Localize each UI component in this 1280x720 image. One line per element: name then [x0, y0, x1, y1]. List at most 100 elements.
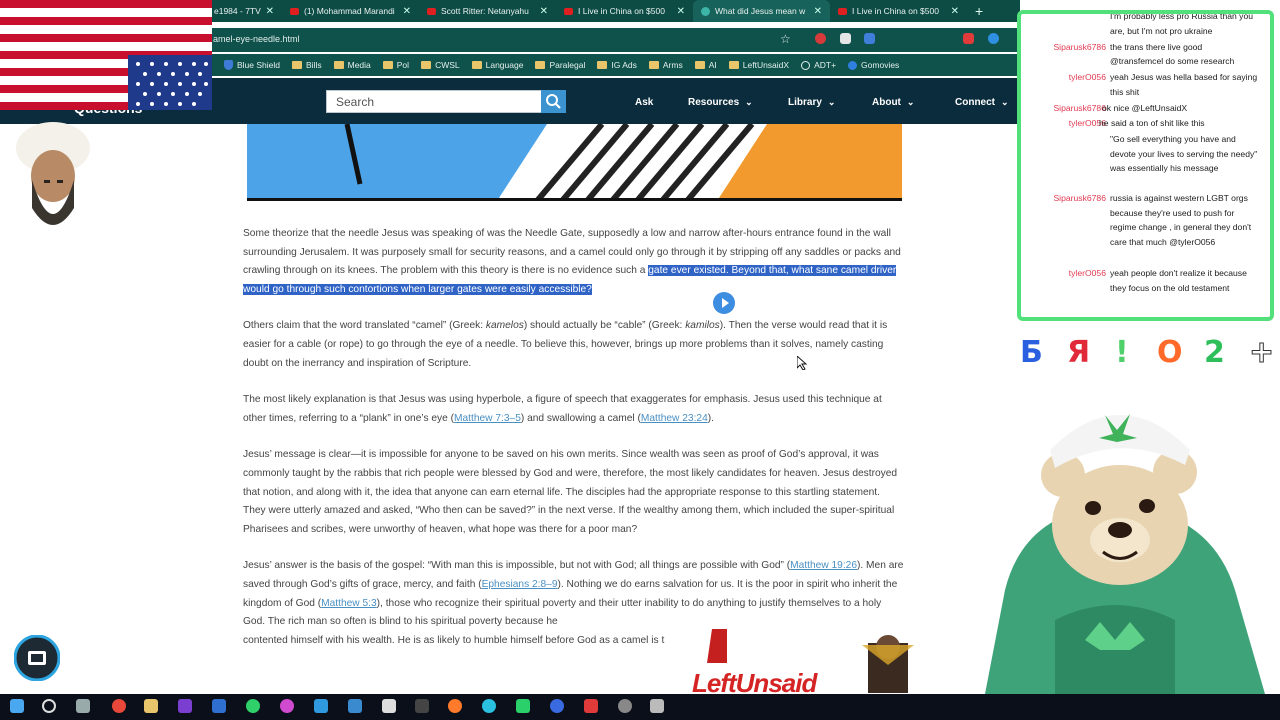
app-icon[interactable]: [280, 699, 294, 713]
extension-icon[interactable]: [988, 33, 999, 44]
chat-text: russia is against western LGBT orgs beca…: [1110, 193, 1252, 247]
shield-icon: [224, 60, 233, 70]
browser-tab[interactable]: e1984 - 7TV ✕: [212, 0, 282, 22]
scripture-link[interactable]: Matthew 19:26: [790, 560, 857, 571]
nav-connect[interactable]: Connect ⌄: [955, 97, 1009, 108]
windows-taskbar: [0, 694, 1280, 720]
glyph: !: [1115, 335, 1129, 370]
bookmark-item[interactable]: Media: [333, 60, 371, 70]
browser-tab-active[interactable]: What did Jesus mean w ✕: [693, 0, 830, 22]
bookmark-item[interactable]: Paralegal: [535, 60, 585, 70]
close-tab-icon[interactable]: ✕: [814, 6, 822, 17]
extension-icon[interactable]: [864, 33, 875, 44]
chat-text: the trans there live good: [1110, 42, 1203, 52]
youtube-icon: [838, 7, 847, 15]
close-tab-icon[interactable]: ✕: [677, 6, 685, 17]
app-icon[interactable]: [482, 699, 496, 713]
bookmark-star-icon[interactable]: ☆: [780, 32, 791, 46]
youtube-icon: [564, 7, 573, 15]
search-input[interactable]: Search: [326, 90, 542, 113]
browser-tab[interactable]: I Live in China on $500 ✕: [556, 0, 693, 22]
onenote-icon[interactable]: [178, 699, 192, 713]
portrait-overlay-image: [10, 118, 96, 242]
browser-tab[interactable]: Scott Ritter: Netanyahu ✕: [419, 0, 556, 22]
chat-text: ok nice @LeftUnsaidX: [1102, 103, 1188, 113]
chat-username: Siparusk6786: [1053, 42, 1106, 52]
search-placeholder: Search: [336, 95, 375, 109]
folder-icon: [333, 61, 344, 69]
youtube-icon: [427, 7, 436, 15]
bookmark-item[interactable]: AI: [694, 60, 717, 70]
bookmark-item[interactable]: Pol: [382, 60, 409, 70]
bookmark-item[interactable]: IG Ads: [597, 60, 637, 70]
play-audio-icon[interactable]: [713, 292, 735, 314]
app-icon[interactable]: [314, 699, 328, 713]
extension-icon[interactable]: [963, 33, 974, 44]
bookmark-item[interactable]: Language: [471, 60, 523, 70]
close-tab-icon[interactable]: ✕: [266, 6, 274, 17]
chat-text: yeah Jesus was hella based for saying th…: [1110, 72, 1258, 97]
scripture-link[interactable]: Matthew 7:3–5: [454, 413, 521, 424]
app-icon[interactable]: [382, 699, 396, 713]
stop-recording-icon[interactable]: [13, 634, 61, 682]
close-tab-icon[interactable]: ✕: [540, 6, 548, 17]
paragraph: Jesus’ message is clear—it is impossible…: [243, 449, 898, 535]
stream-chat-panel: I'm probably less pro Russia than you ar…: [1017, 10, 1274, 321]
scripture-link[interactable]: Ephesians 2:8–9: [482, 579, 558, 590]
chat-text: he said a ton of shit like this: [1099, 118, 1205, 128]
bookmark-item[interactable]: Blue Shield: [224, 60, 280, 70]
extension-icon[interactable]: [815, 33, 826, 44]
url-field[interactable]: amel-eye-needle.html: [213, 34, 300, 44]
close-tab-icon[interactable]: ✕: [403, 6, 411, 17]
search-icon[interactable]: [42, 699, 56, 713]
app-icon[interactable]: [650, 699, 664, 713]
folder-icon: [535, 61, 546, 69]
messenger-icon[interactable]: [550, 699, 564, 713]
app-icon[interactable]: [584, 699, 598, 713]
folder-icon: [292, 61, 303, 69]
chat-username: Siparusk6786: [1053, 193, 1106, 203]
browser-tab[interactable]: I Live in China on $500 ✕: [830, 0, 967, 22]
chevron-down-icon: ⌄: [1001, 97, 1009, 107]
scripture-link[interactable]: Matthew 5:3: [321, 598, 377, 609]
new-tab-button[interactable]: +: [967, 3, 991, 19]
tab-label: I Live in China on $500: [578, 6, 665, 16]
bookmark-item[interactable]: Arms: [648, 60, 683, 70]
mouse-cursor-icon: [797, 356, 807, 370]
article-body: Some theorize that the needle Jesus was …: [243, 225, 905, 668]
firefox-icon[interactable]: [448, 699, 462, 713]
task-view-icon[interactable]: [76, 699, 90, 713]
nav-about[interactable]: About ⌄: [872, 97, 914, 108]
bookmark-item[interactable]: LeftUnsaidX: [728, 60, 789, 70]
spotify-icon[interactable]: [246, 699, 260, 713]
nav-ask[interactable]: Ask: [635, 97, 653, 108]
glyph: Б: [1020, 335, 1043, 370]
youtube-icon: [290, 7, 299, 15]
close-tab-icon[interactable]: ✕: [951, 6, 959, 17]
start-menu-icon[interactable]: [10, 699, 24, 713]
nav-library[interactable]: Library ⌄: [788, 97, 835, 108]
folder-icon: [471, 61, 482, 69]
bookmark-item[interactable]: CWSL: [421, 60, 460, 70]
nav-resources[interactable]: Resources ⌄: [688, 97, 753, 108]
app-icon[interactable]: [516, 699, 530, 713]
site-favicon-icon: [701, 6, 710, 16]
chrome-icon[interactable]: [112, 699, 126, 713]
gomovies-icon: [848, 60, 858, 70]
epic-games-icon[interactable]: [415, 699, 429, 713]
chevron-down-icon: ⌄: [827, 97, 836, 107]
extension-icon[interactable]: [840, 33, 851, 44]
glyph: +: [1248, 335, 1275, 371]
file-explorer-icon[interactable]: [144, 699, 158, 713]
word-icon[interactable]: [212, 699, 226, 713]
search-button[interactable]: [541, 90, 566, 113]
bookmark-item[interactable]: ADT+: [801, 60, 836, 70]
bookmark-item[interactable]: Bills: [292, 60, 322, 70]
app-icon[interactable]: [618, 699, 632, 713]
app-icon[interactable]: [348, 699, 362, 713]
scripture-link[interactable]: Matthew 23:24: [641, 413, 708, 424]
globe-icon: [801, 60, 811, 70]
glyph: 2: [1204, 335, 1225, 370]
bookmark-item[interactable]: Gomovies: [848, 60, 899, 70]
browser-tab[interactable]: (1) Mohammad Marandi ✕: [282, 0, 419, 22]
